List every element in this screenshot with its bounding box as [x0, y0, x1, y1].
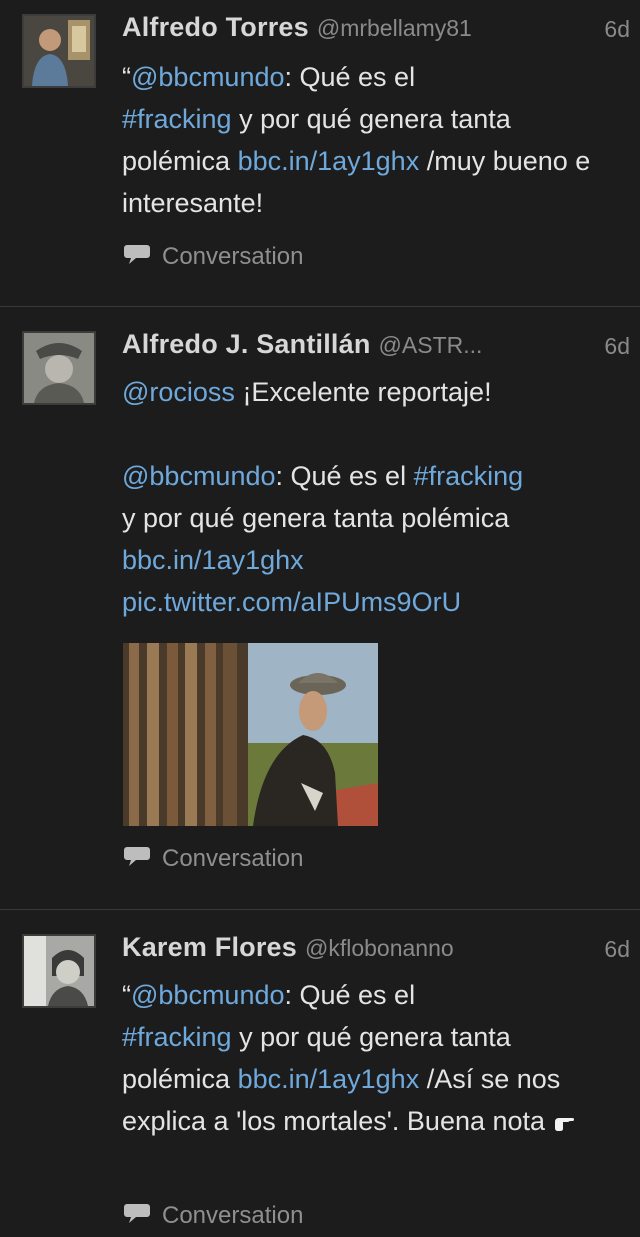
mention-link[interactable]: @bbcmundo — [122, 461, 276, 491]
pointing-hand-icon — [553, 1106, 575, 1136]
url-link[interactable]: bbc.in/1ay1ghx — [122, 545, 304, 575]
conversation-link[interactable]: Conversation — [124, 1202, 303, 1231]
tweet[interactable]: Karem Flores @kflobonanno 6d “@bbcmundo: … — [0, 910, 640, 1237]
avatar[interactable] — [22, 934, 96, 1008]
tweet[interactable]: Alfredo J. Santillán @ASTR... 6d @rocioss… — [0, 307, 640, 910]
user-name[interactable]: Alfredo Torres — [122, 12, 309, 42]
tweet[interactable]: Alfredo Torres @mrbellamy81 6d “@bbcmundo… — [0, 0, 640, 307]
text-segment: : Qué es el — [284, 62, 416, 92]
hashtag-link[interactable]: #fracking — [414, 461, 524, 491]
conversation-label: Conversation — [162, 845, 304, 872]
user-name[interactable]: Alfredo J. Santillán — [122, 329, 371, 359]
avatar[interactable] — [22, 14, 96, 88]
user-handle[interactable]: @mrbellamy81 — [317, 15, 472, 41]
speech-bubble-icon — [124, 243, 150, 272]
timestamp[interactable]: 6d — [604, 16, 630, 43]
user-handle[interactable]: @kflobonanno — [305, 935, 454, 961]
url-link[interactable]: bbc.in/1ay1ghx — [238, 146, 420, 176]
tweet-header: Alfredo Torres @mrbellamy81 6d — [122, 12, 630, 52]
text-segment: : Qué es el — [275, 461, 414, 491]
mention-link[interactable]: @bbcmundo — [131, 980, 285, 1010]
text-segment: : Qué es el — [284, 980, 416, 1010]
hashtag-link[interactable]: #fracking — [122, 1022, 232, 1052]
text-segment: y por qué genera tanta polémica — [122, 503, 510, 533]
url-link[interactable]: bbc.in/1ay1ghx — [238, 1064, 420, 1094]
conversation-label: Conversation — [162, 243, 304, 270]
text-segment: “ — [122, 980, 131, 1010]
user-handle[interactable]: @ASTR... — [379, 332, 483, 358]
pic-link[interactable]: pic.twitter.com/aIPUms9OrU — [122, 587, 461, 617]
mention-link[interactable]: @rocioss — [122, 377, 235, 407]
text-segment: ¡Excelente reportaje! — [234, 377, 492, 407]
conversation-label: Conversation — [162, 1202, 304, 1229]
timestamp[interactable]: 6d — [604, 936, 630, 963]
conversation-link[interactable]: Conversation — [124, 845, 303, 874]
tweet-photo[interactable] — [123, 643, 378, 826]
speech-bubble-icon — [124, 845, 150, 874]
tweet-header: Karem Flores @kflobonanno 6d — [122, 932, 630, 972]
avatar[interactable] — [22, 331, 96, 405]
tweet-header: Alfredo J. Santillán @ASTR... 6d — [122, 329, 630, 369]
mention-link[interactable]: @bbcmundo — [131, 62, 285, 92]
user-name[interactable]: Karem Flores — [122, 932, 297, 962]
tweet-text: @rocioss ¡Excelente reportaje! @bbcmundo… — [122, 371, 626, 623]
tweet-text: “@bbcmundo: Qué es el #fracking y por qu… — [122, 974, 626, 1142]
speech-bubble-icon — [124, 1202, 150, 1231]
conversation-link[interactable]: Conversation — [124, 243, 303, 272]
tweet-text: “@bbcmundo: Qué es el #fracking y por qu… — [122, 56, 626, 224]
hashtag-link[interactable]: #fracking — [122, 104, 232, 134]
timestamp[interactable]: 6d — [604, 333, 630, 360]
text-segment: “ — [122, 62, 131, 92]
